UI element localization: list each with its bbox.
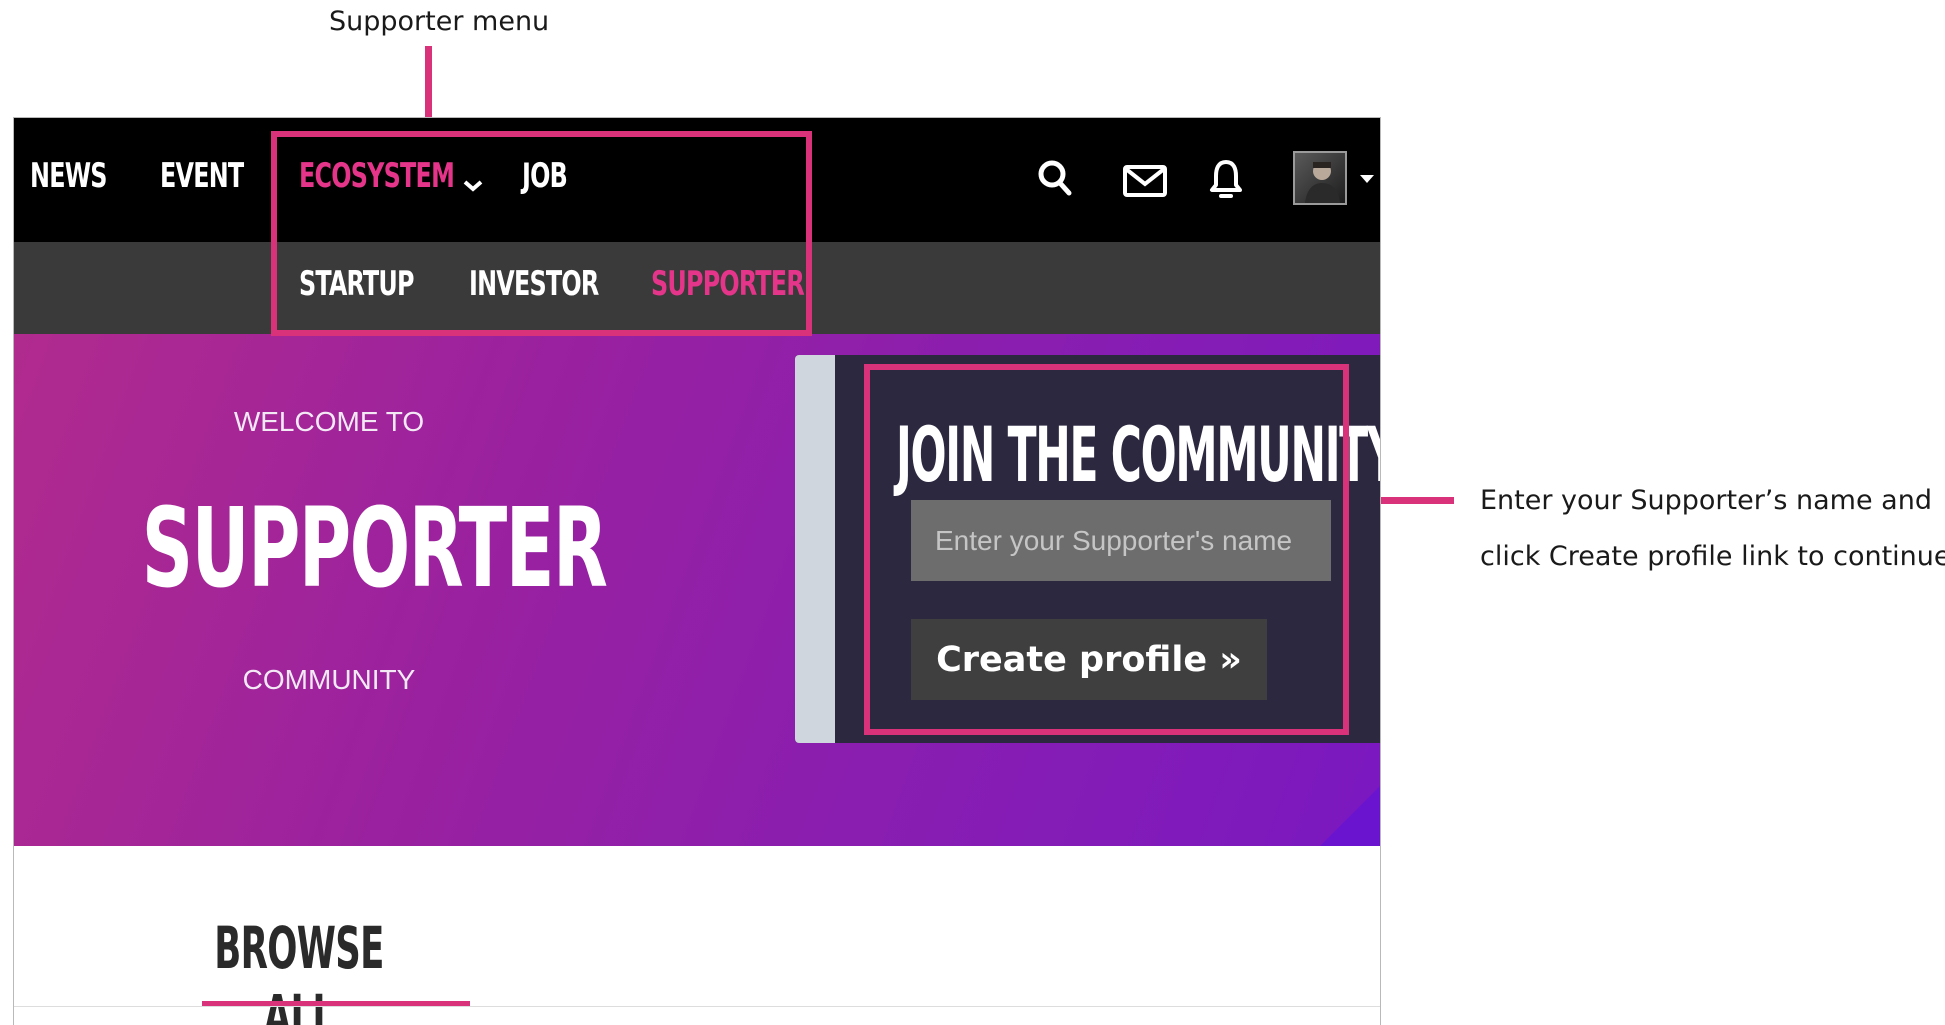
avatar[interactable]	[1293, 151, 1347, 205]
form-callout-line1: Enter your Supporter’s name and	[1480, 485, 1932, 516]
bell-icon[interactable]	[1209, 158, 1243, 200]
panel-side-stripe	[795, 355, 835, 743]
tab-browse-all[interactable]: BROWSE ALL	[207, 914, 391, 1025]
form-callout-line2: click Create profile link to continue	[1480, 541, 1945, 572]
search-icon[interactable]	[1036, 158, 1074, 198]
supporter-menu-callout: Supporter menu	[329, 6, 550, 37]
join-form-highlight	[864, 364, 1349, 735]
tabs-divider	[14, 1006, 1380, 1007]
hero-title: SUPPORTER	[141, 484, 608, 612]
hero-subtitle: COMMUNITY	[242, 664, 416, 695]
nav-item-event[interactable]: EVENT	[160, 156, 244, 196]
supporter-menu-highlight	[271, 131, 812, 336]
mail-icon[interactable]	[1122, 164, 1168, 198]
hero-corner-accent	[1320, 786, 1380, 846]
nav-item-news[interactable]: NEWS	[30, 156, 107, 196]
hero-welcome-text: WELCOME TO	[233, 406, 425, 437]
caret-down-icon[interactable]	[1360, 175, 1374, 183]
avatar-portrait-icon	[1305, 162, 1340, 203]
